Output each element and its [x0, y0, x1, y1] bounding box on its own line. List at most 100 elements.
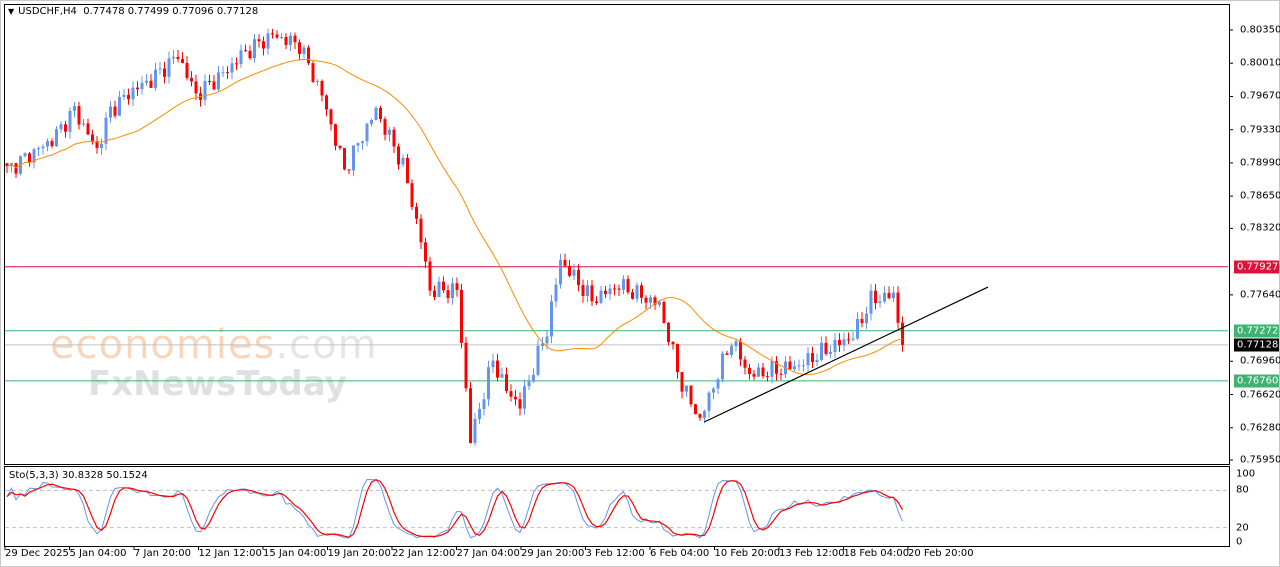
chart-header: ▼USDCHF,H4 0.77478 0.77499 0.77096 0.771…	[8, 6, 258, 17]
candle-body	[330, 109, 333, 124]
candle-body	[865, 314, 868, 323]
candle-body	[46, 141, 49, 147]
stoch-axis-label: 100	[1236, 469, 1255, 480]
candle-body	[627, 279, 630, 292]
candle-body	[280, 37, 283, 38]
candle-body	[631, 292, 634, 299]
candle-body	[523, 386, 526, 408]
candle-body	[622, 279, 625, 290]
price-axis-label: 0.76280	[1240, 422, 1280, 433]
candle-body	[298, 42, 301, 54]
ohlc-close: 0.77128	[217, 6, 258, 17]
candle-body	[213, 82, 216, 90]
candle-body	[181, 59, 184, 63]
candle-body	[55, 129, 58, 146]
time-axis-label: 3 Feb 12:00	[586, 548, 645, 559]
candle-body	[123, 95, 126, 97]
time-axis-label: 27 Jan 04:00	[457, 548, 520, 559]
price-axis-label: 0.77640	[1240, 289, 1280, 300]
candle-body	[838, 340, 841, 345]
candle-body	[379, 108, 382, 119]
candle-body	[127, 95, 130, 99]
candle-body	[73, 106, 76, 111]
candle-body	[852, 339, 855, 340]
time-axis-label: 18 Feb 04:00	[844, 548, 910, 559]
price-axis-label: 0.78990	[1240, 157, 1280, 168]
candle-body	[424, 242, 427, 261]
candle-body	[208, 81, 211, 82]
time-axis-label: 10 Feb 20:00	[715, 548, 781, 559]
candle-body	[366, 124, 369, 142]
candle-body	[177, 57, 180, 59]
candle-body	[514, 397, 517, 400]
candle-body	[429, 262, 432, 291]
time-axis-label: 29 Jan 20:00	[521, 548, 584, 559]
candle-body	[681, 372, 684, 391]
candle-body	[370, 120, 373, 124]
candle-body	[829, 352, 832, 354]
candle-body	[253, 39, 256, 58]
candle-body	[811, 353, 814, 362]
time-axis-label: 5 Jan 04:00	[70, 548, 127, 559]
candle-body	[717, 379, 720, 388]
candle-body	[658, 302, 661, 305]
candle-body	[600, 291, 603, 303]
stoch-main-line	[7, 479, 903, 537]
candle-body	[307, 48, 310, 64]
candle-body	[339, 146, 342, 148]
candle-body	[397, 146, 400, 164]
candle-body	[505, 374, 508, 391]
candle-body	[285, 37, 288, 45]
symbol-label: USDCHF,H4	[18, 6, 77, 17]
ohlc-high: 0.77499	[128, 6, 169, 17]
candle-body	[582, 285, 585, 296]
candle-body	[51, 141, 54, 146]
candle-body	[591, 285, 594, 301]
candle-body	[159, 69, 162, 70]
candle-body	[672, 342, 675, 344]
candle-body	[609, 288, 612, 294]
time-axis-label: 12 Jan 12:00	[199, 548, 262, 559]
price-axis-label: 0.80350	[1240, 25, 1280, 36]
stoch-axis-label: 0	[1236, 537, 1242, 548]
time-axis-label: 13 Feb 12:00	[779, 548, 845, 559]
candle-body	[460, 290, 463, 343]
candle-body	[118, 97, 121, 116]
dropdown-triangle-icon[interactable]: ▼	[8, 7, 14, 16]
trendline	[705, 287, 989, 422]
candle-body	[766, 376, 769, 377]
candle-body	[595, 301, 598, 303]
candle-body	[487, 367, 490, 399]
candle-body	[753, 374, 756, 377]
price-axis-label: 0.80010	[1240, 58, 1280, 69]
candle-body	[478, 409, 481, 419]
candle-body	[618, 289, 621, 290]
candle-body	[501, 374, 504, 377]
stoch-signal-line	[7, 480, 903, 538]
candle-body	[726, 353, 729, 355]
candle-body	[564, 260, 567, 266]
candle-body	[100, 144, 103, 148]
candle-body	[343, 148, 346, 169]
candle-body	[244, 50, 247, 51]
candle-body	[447, 290, 450, 298]
candle-body	[834, 340, 837, 352]
candle-body	[325, 95, 328, 109]
candle-body	[294, 36, 297, 43]
candle-body	[843, 339, 846, 345]
ohlc-low: 0.77096	[172, 6, 213, 17]
candle-body	[190, 78, 193, 82]
candle-body	[816, 360, 819, 362]
stoch-axis-label: 80	[1236, 485, 1249, 496]
candle-body	[663, 302, 666, 323]
candle-body	[694, 404, 697, 414]
candle-body	[586, 285, 589, 296]
price-level-tag: 0.76760	[1234, 374, 1279, 387]
candle-body	[807, 353, 810, 365]
candle-body	[348, 169, 351, 170]
candle-body	[861, 319, 864, 323]
candle-body	[402, 158, 405, 165]
candle-body	[141, 83, 144, 89]
candle-body	[573, 270, 576, 276]
time-axis-label: 7 Jan 20:00	[134, 548, 191, 559]
